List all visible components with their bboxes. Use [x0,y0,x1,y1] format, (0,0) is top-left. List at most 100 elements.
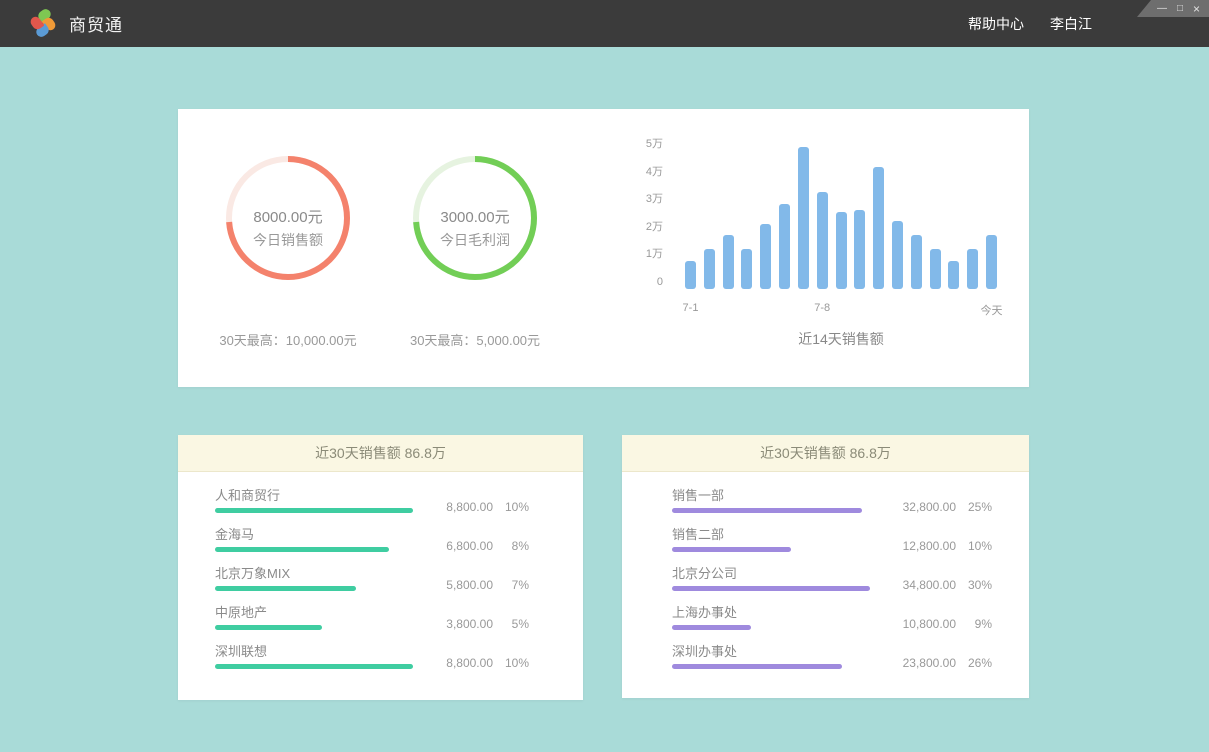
y-axis-tick-label: 1万 [618,247,663,261]
row-percent: 10% [956,539,992,553]
daily-sales-bar [911,235,922,289]
row-hbar [672,664,842,669]
today-sales-donut: 8000.00元 今日销售额 30天最高：10,000.00元 [226,156,350,280]
today-sales-value: 8000.00元 [226,206,350,227]
daily-sales-bar [723,235,734,289]
x-axis-tick-label: 7-1 [683,302,699,314]
row-amount: 10,800.00 [890,617,956,631]
daily-sales-bar [836,212,847,289]
row-percent: 10% [493,500,529,514]
list-row: 上海办事处10,800.009% [672,604,1029,643]
row-figures: 3,800.005% [427,617,529,631]
row-amount: 6,800.00 [427,539,493,553]
daily-sales-bar [741,249,752,289]
departments-sales-panel: 近30天销售额 86.8万 销售一部32,800.0025%销售二部12,800… [622,435,1029,698]
customers-panel-title: 近30天销售额 86.8万 [178,435,583,472]
row-hbar [672,508,862,513]
row-figures: 8,800.0010% [427,656,529,670]
bar-chart-plot-area [685,147,997,289]
list-row: 人和商贸行8,800.0010% [215,487,583,526]
list-row: 销售一部32,800.0025% [672,487,1029,526]
y-axis-tick-label: 2万 [618,220,663,234]
today-profit-label: 今日毛利润 [413,230,537,250]
bar-chart-title: 近14天销售额 [798,329,884,349]
today-profit-donut: 3000.00元 今日毛利润 30天最高：5,000.00元 [413,156,537,280]
daily-sales-bar [854,210,865,290]
x-axis-tick-label: 7-8 [814,302,830,314]
maximize-icon[interactable]: □ [1177,4,1183,14]
sales-14day-bar-chart: 近14天销售额 0 1万 2万 3万 4万 5万 7-1 7-8 今天 [618,109,1029,387]
customers-panel-body: 人和商贸行8,800.0010%金海马6,800.008%北京万象MIX5,80… [178,472,583,682]
daily-sales-bar [967,249,978,289]
list-row: 北京万象MIX5,800.007% [215,565,583,604]
customers-sales-panel: 近30天销售额 86.8万 人和商贸行8,800.0010%金海马6,800.0… [178,435,583,700]
list-row: 销售二部12,800.0010% [672,526,1029,565]
close-icon[interactable]: × [1193,4,1200,14]
row-amount: 8,800.00 [427,500,493,514]
x-axis-tick-label: 今天 [981,302,1003,318]
minimize-icon[interactable]: — [1157,4,1167,14]
departments-panel-body: 销售一部32,800.0025%销售二部12,800.0010%北京分公司34,… [622,472,1029,682]
row-amount: 5,800.00 [427,578,493,592]
list-row: 深圳联想8,800.0010% [215,643,583,682]
daily-sales-bar [779,204,790,289]
row-figures: 6,800.008% [427,539,529,553]
daily-sales-bar [760,224,771,289]
today-sales-30day-max: 30天最高：10,000.00元 [219,330,356,349]
row-percent: 9% [956,617,992,631]
list-row: 中原地产3,800.005% [215,604,583,643]
daily-sales-bar [892,221,903,289]
today-profit-30day-max: 30天最高：5,000.00元 [410,330,540,349]
row-amount: 32,800.00 [890,500,956,514]
row-figures: 23,800.0026% [890,656,992,670]
row-percent: 8% [493,539,529,553]
row-hbar [672,586,870,591]
summary-card: 8000.00元 今日销售额 30天最高：10,000.00元 3000.00元… [178,109,1029,387]
row-hbar [215,508,413,513]
daily-sales-bar [986,235,997,289]
username-menu[interactable]: 李白江 [1050,14,1092,34]
app-title: 商贸通 [69,11,123,36]
y-axis-tick-label: 3万 [618,192,663,206]
daily-sales-bar [685,261,696,289]
row-percent: 25% [956,500,992,514]
daily-sales-bar [817,192,828,289]
list-row: 深圳办事处23,800.0026% [672,643,1029,682]
daily-sales-bar [873,167,884,289]
row-figures: 32,800.0025% [890,500,992,514]
app-logo-pinwheel-icon [30,11,56,37]
titlebar: 商贸通 帮助中心 李白江 [0,0,1209,47]
help-center-link[interactable]: 帮助中心 [968,14,1024,34]
row-percent: 10% [493,656,529,670]
row-figures: 5,800.007% [427,578,529,592]
row-figures: 34,800.0030% [890,578,992,592]
row-hbar [672,547,791,552]
today-sales-label: 今日销售额 [226,230,350,250]
row-percent: 30% [956,578,992,592]
y-axis-tick-label: 0 [618,275,663,289]
today-profit-value: 3000.00元 [413,206,537,227]
row-hbar [215,586,356,591]
daily-sales-bar [930,249,941,289]
row-hbar [215,664,413,669]
daily-sales-bar [948,261,959,289]
row-amount: 12,800.00 [890,539,956,553]
row-amount: 8,800.00 [427,656,493,670]
y-axis-tick-label: 5万 [618,137,663,151]
list-row: 北京分公司34,800.0030% [672,565,1029,604]
row-figures: 12,800.0010% [890,539,992,553]
list-row: 金海马6,800.008% [215,526,583,565]
y-axis-tick-label: 4万 [618,165,663,179]
row-figures: 10,800.009% [890,617,992,631]
row-amount: 34,800.00 [890,578,956,592]
row-hbar [672,625,751,630]
row-percent: 26% [956,656,992,670]
row-amount: 23,800.00 [890,656,956,670]
row-percent: 7% [493,578,529,592]
row-hbar [215,625,322,630]
row-hbar [215,547,389,552]
row-percent: 5% [493,617,529,631]
departments-panel-title: 近30天销售额 86.8万 [622,435,1029,472]
daily-sales-bar [798,147,809,289]
row-figures: 8,800.0010% [427,500,529,514]
